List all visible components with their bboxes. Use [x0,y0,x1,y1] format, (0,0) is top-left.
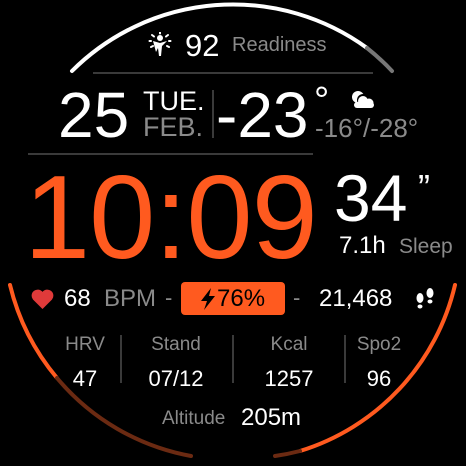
date-weekday: TUE. [143,86,205,116]
readiness-label: Readiness [232,34,327,56]
heart-icon [31,289,54,309]
footsteps-icon [416,288,434,309]
separator-dash: - [293,285,301,310]
divider [93,72,373,74]
time-hhmm: 10:09 [24,151,318,284]
stat-label: Stand [151,334,201,355]
readiness-arc-track [365,46,394,73]
readiness-figure-icon [148,32,172,56]
lightning-icon [201,288,215,310]
altitude-label: Altitude [162,408,226,429]
divider [232,335,234,383]
heart-rate-value: 68 [64,285,91,312]
right-arc-track [273,449,302,458]
readiness-value: 92 [185,28,220,63]
stat-value: 07/12 [148,366,204,391]
stat-label: Spo2 [356,334,402,355]
divider [120,335,122,383]
stat-stand: Stand 07/12 [131,334,221,392]
separator-dash: - [165,285,173,310]
stat-kcal: Kcal 1257 [244,334,334,392]
partly-cloudy-icon [352,91,374,108]
sleep-value: 7.1h [339,232,386,259]
sleep-label: Sleep [399,235,453,258]
divider [212,90,214,138]
heart-rate-unit: BPM [104,285,157,312]
date-day: 25 [58,79,130,151]
battery-value: 76% [217,285,266,312]
stat-label: HRV [65,334,105,355]
temperature: -23 [216,79,309,151]
stat-hrv: HRV 47 [40,334,130,392]
steps-value: 21,468 [319,285,393,312]
stat-value: 1257 [264,366,314,391]
altitude-value: 205m [241,404,302,431]
battery-badge: 76% [181,282,285,315]
seconds-mark: ” [418,167,430,208]
date-month: FEB. [143,112,204,142]
temperature-range: -16°/-28° [315,113,419,143]
stat-value: 47 [72,366,98,391]
stat-label: Kcal [270,334,308,355]
stat-spo2: Spo2 96 [334,334,424,392]
time-seconds: 34 [334,161,408,235]
stat-value: 96 [366,366,392,391]
